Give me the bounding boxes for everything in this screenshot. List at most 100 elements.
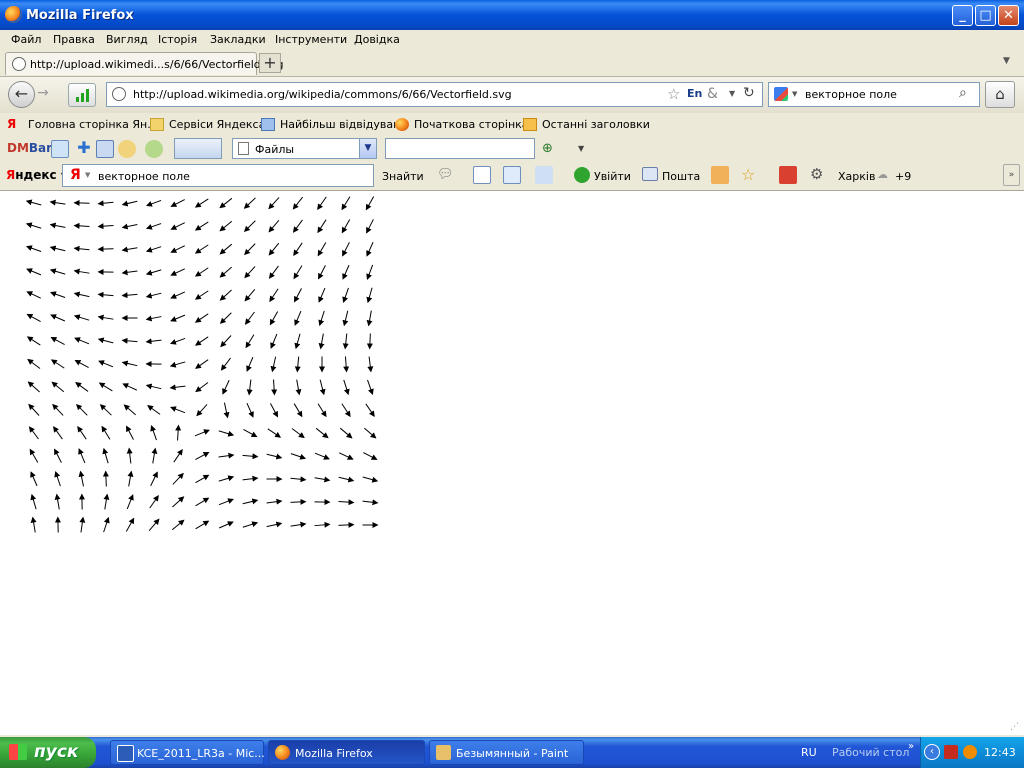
task-word[interactable]: KCE_2011_LR3a - Mic... [110,740,265,765]
vector-arrow [318,310,325,327]
bookmarks-toolbar: Я Головна сторінка Ян... Сервіси Яндекса… [0,114,1024,136]
menu-help[interactable]: Довідка [354,33,400,46]
vector-arrow [123,404,136,416]
language-indicator[interactable]: RU [801,746,817,759]
url-bar[interactable]: http://upload.wikimedia.org/wikipedia/co… [106,82,763,107]
ampersand-icon[interactable]: & [707,86,718,102]
yandex-logo[interactable]: Яндекс ▾ [6,168,67,182]
vector-arrow [54,448,62,463]
menu-tools[interactable]: Інструменти [275,33,347,46]
yandex-mail-button[interactable]: Пошта [662,170,700,183]
google-icon[interactable] [774,87,788,101]
vector-arrow [268,219,280,233]
url-dropdown-icon[interactable]: ▼ [729,89,735,98]
bookmark-start-page[interactable]: Початкова сторінка [414,118,529,131]
vector-arrow [295,379,302,396]
translate-icon[interactable] [503,166,521,184]
yandex-search-input[interactable]: Я ▼ векторное поле [62,164,374,187]
dm-hand-button[interactable] [174,138,222,159]
yandex-find-button[interactable]: Знайти [382,170,424,183]
speech-bubble-icon[interactable]: 💬︎ [437,167,454,182]
vector-arrow [195,497,210,507]
vector-arrow [243,428,258,438]
language-indicator[interactable]: En [687,87,702,100]
vector-arrow [145,292,162,299]
security-tray-icon[interactable] [963,745,977,759]
menu-view[interactable]: Вигляд [106,33,148,46]
vector-arrow [294,310,302,326]
dm-windows-icon[interactable] [96,140,114,158]
spellcheck-icon[interactable] [473,166,491,184]
star-icon[interactable]: ☆ [667,85,680,103]
vector-arrow [98,360,114,368]
weather-city[interactable]: Харків [838,170,875,183]
bookmark-yandex-home[interactable]: Головна сторінка Ян... [28,118,158,131]
vector-arrow [175,424,182,441]
dm-user-icon[interactable] [145,140,163,158]
vector-arrow [145,223,162,230]
forward-button[interactable]: → [37,85,49,101]
minimize-button[interactable]: _ [952,5,973,26]
dmbar-toolbar: DMBar ✚ Файлы ▼ ⊕ ▼ [0,136,1024,162]
bookmark-latest-headlines[interactable]: Останні заголовки [542,118,650,131]
vector-arrow [79,516,86,533]
menu-edit[interactable]: Правка [53,33,95,46]
vector-arrow [268,197,280,210]
menu-history[interactable]: Історія [158,33,197,46]
search-box[interactable]: ▼ векторное поле ⌕ [768,82,980,107]
reload-icon[interactable]: ↻ [743,85,755,101]
search-icon[interactable]: ⌕ [959,85,967,101]
vector-arrow [292,219,303,233]
resize-grip[interactable]: ⋰ [1010,722,1019,732]
tab-list-icon[interactable]: ▼ [1003,56,1010,66]
vector-arrow [170,406,186,414]
taskbar: пуск KCE_2011_LR3a - Mic... Mozilla Fire… [0,737,1024,768]
desktop-toolbar-label[interactable]: Рабочий стол [832,746,909,759]
site-identity-icon[interactable] [112,87,126,101]
dm-chat-icon[interactable] [51,140,69,158]
star-icon[interactable]: ☆ [741,165,755,184]
gear-icon[interactable]: ⚙ [810,165,823,183]
menu-file[interactable]: Файл [11,33,41,46]
vector-arrow [314,521,331,528]
bookmarks-stack-icon[interactable] [711,166,729,184]
home-button[interactable]: ⌂ [985,81,1015,108]
dm-search-icon[interactable]: ⊕ [542,141,553,156]
yandex-bar-icon[interactable] [779,166,797,184]
chevron-down-icon[interactable]: ▼ [359,139,376,158]
chevron-down-icon[interactable]: ▼ [85,171,90,179]
task-paint[interactable]: Безымянный - Paint [429,740,584,765]
vector-arrow [25,222,42,229]
task-firefox[interactable]: Mozilla Firefox [268,740,425,765]
acrobat-tray-icon[interactable] [944,745,958,759]
vector-arrow [126,494,134,510]
tab-vectorfield[interactable]: http://upload.wikimedi...s/6/66/Vectorfi… [5,52,284,75]
new-tab-button[interactable]: + [259,53,281,73]
dm-dropdown-icon[interactable]: ▼ [578,144,584,153]
firefox-icon [275,745,290,760]
close-button[interactable]: ✕ [998,5,1019,26]
yandex-icon: Я [7,117,17,131]
tray-collapse-icon[interactable]: ‹ [924,744,940,760]
search-engine-dropdown-icon[interactable]: ▼ [792,90,797,98]
dm-search-input[interactable] [385,138,535,159]
files-select[interactable]: Файлы ▼ [232,138,377,159]
dm-home-icon[interactable] [118,140,136,158]
bookmark-most-visited[interactable]: Найбільш відвідувані [280,118,403,131]
vector-arrow [267,428,282,438]
vector-arrow [270,356,277,373]
yandex-login-button[interactable]: Увійти [594,170,631,183]
signal-icon[interactable] [68,83,96,107]
toolbar-overflow-button[interactable]: » [1003,164,1020,186]
maximize-button[interactable]: □ [975,5,996,26]
dm-add-icon[interactable]: ✚ [75,140,93,158]
vector-arrow [342,333,349,350]
translate-page-icon[interactable] [535,166,553,184]
start-button[interactable]: пуск [0,737,96,768]
weather-temp[interactable]: +9 [895,170,911,183]
vector-arrow [362,476,379,483]
bookmark-yandex-services[interactable]: Сервіси Яндекса [169,118,265,131]
back-button[interactable]: ← [8,81,35,108]
menu-bookmarks[interactable]: Закладки [210,33,266,46]
toolbar-expand-icon[interactable]: » [908,741,914,752]
